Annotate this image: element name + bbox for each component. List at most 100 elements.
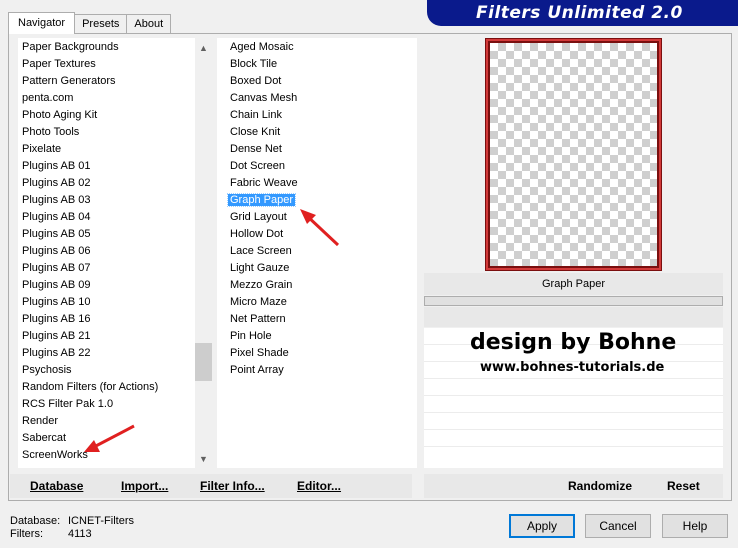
list-item-label: penta.com — [22, 92, 74, 104]
cancel-button[interactable]: Cancel — [585, 514, 651, 538]
list-item-label: Plugins AB 10 — [22, 296, 91, 308]
list-item-label: Photo Aging Kit — [22, 109, 98, 121]
category-list[interactable]: Paper Backgrounds Paper Textures Pattern G… — [18, 38, 195, 468]
list-item[interactable]: Pixelate — [20, 141, 63, 158]
list-item[interactable]: Graph Paper — [227, 192, 296, 209]
list-item-label: Plugins AB 16 — [22, 313, 91, 325]
preview-filter-name: Graph Paper — [424, 273, 723, 295]
list-item[interactable]: Sabercat — [20, 430, 68, 447]
list-item[interactable]: Plugins AB 22 — [20, 345, 93, 362]
tab-about[interactable]: About — [126, 14, 172, 34]
list-item[interactable]: Photo Tools — [20, 124, 81, 141]
progress-bar — [424, 296, 723, 306]
list-item-label: Photo Tools — [22, 126, 80, 138]
list-item[interactable]: Light Gauze — [228, 260, 291, 277]
list-item-label: Paper Textures — [22, 58, 96, 70]
scroll-up-icon[interactable]: ▲ — [195, 40, 212, 57]
list-item[interactable]: Fabric Weave — [228, 175, 300, 192]
filter-preview — [485, 38, 662, 271]
list-item[interactable]: Plugins AB 10 — [20, 294, 93, 311]
list-item-label: Aged Mosaic — [230, 41, 294, 53]
list-item-label: Paper Backgrounds — [22, 41, 119, 53]
help-button[interactable]: Help — [662, 514, 728, 538]
list-item-label: Micro Maze — [230, 296, 287, 308]
filter-info-button[interactable]: Filter Info... — [200, 479, 265, 493]
editor-button[interactable]: Editor... — [297, 479, 341, 493]
list-item[interactable]: Hollow Dot — [228, 226, 285, 243]
list-item[interactable]: Plugins AB 05 — [20, 226, 93, 243]
tab-presets[interactable]: Presets — [74, 14, 128, 34]
list-item[interactable]: Chain Link — [228, 107, 284, 124]
list-item[interactable]: Pattern Generators — [20, 73, 118, 90]
list-item-label: Sabercat — [22, 432, 67, 444]
list-item-label: Pixelate — [22, 143, 62, 155]
reset-button[interactable]: Reset — [667, 479, 700, 493]
list-item[interactable]: Dot Screen — [228, 158, 287, 175]
list-item[interactable]: Pixel Shade — [228, 345, 291, 362]
list-item[interactable]: Micro Maze — [228, 294, 289, 311]
tab-bar: Navigator Presets About — [8, 12, 172, 34]
database-value: ICNET-Filters — [68, 515, 134, 527]
list-item[interactable]: Lace Screen — [228, 243, 294, 260]
list-item-label: Hollow Dot — [230, 228, 284, 240]
list-item[interactable]: Plugins AB 09 — [20, 277, 93, 294]
filters-count: 4113 — [68, 528, 92, 540]
apply-button[interactable]: Apply — [509, 514, 575, 538]
list-item[interactable]: Paper Textures — [20, 56, 98, 73]
list-item-label: Render — [22, 415, 59, 427]
list-item[interactable]: Dense Net — [228, 141, 284, 158]
list-item[interactable]: Plugins AB 06 — [20, 243, 93, 260]
list-item[interactable]: Plugins AB 03 — [20, 192, 93, 209]
list-item-label: Plugins AB 06 — [22, 245, 91, 257]
filters-label: Filters: — [10, 528, 43, 540]
list-item[interactable]: Plugins AB 07 — [20, 260, 93, 277]
list-item-label: Lace Screen — [230, 245, 292, 257]
list-item[interactable]: Grid Layout — [228, 209, 289, 226]
list-item[interactable]: Aged Mosaic — [228, 39, 296, 56]
import-button[interactable]: Import... — [121, 479, 168, 493]
list-item[interactable]: Close Knit — [228, 124, 282, 141]
list-item-label: Plugins AB 07 — [22, 262, 91, 274]
list-item[interactable]: RCS Filter Pak 1.0 — [20, 396, 115, 413]
list-item[interactable]: Render — [20, 413, 60, 430]
list-item-label: Plugins AB 04 — [22, 211, 91, 223]
list-item[interactable]: Plugins AB 01 — [20, 158, 93, 175]
category-scrollbar[interactable]: ▲ ▼ — [195, 38, 212, 468]
watermark-url: www.bohnes-tutorials.de — [480, 360, 665, 375]
list-item[interactable]: Plugins AB 21 — [20, 328, 93, 345]
list-item-label: Pattern Generators — [22, 75, 116, 87]
arrow-icon — [84, 424, 135, 452]
list-item[interactable]: Block Tile — [228, 56, 279, 73]
scroll-thumb[interactable] — [195, 343, 212, 381]
list-item[interactable]: Net Pattern — [228, 311, 288, 328]
list-item-label: Light Gauze — [230, 262, 290, 274]
list-item[interactable]: Plugins AB 16 — [20, 311, 93, 328]
list-item[interactable]: Canvas Mesh — [228, 90, 299, 107]
list-item[interactable]: Mezzo Grain — [228, 277, 294, 294]
list-item[interactable]: Paper Backgrounds — [20, 39, 121, 56]
list-item[interactable]: penta.com — [20, 90, 75, 107]
scroll-down-icon[interactable]: ▼ — [195, 451, 212, 468]
filter-list[interactable]: Aged Mosaic Block Tile Boxed Dot Canvas Mes… — [217, 38, 417, 468]
list-item-label: Plugins AB 02 — [22, 177, 91, 189]
list-item-label: Point Array — [230, 364, 284, 376]
list-item[interactable]: Psychosis — [20, 362, 74, 379]
list-item[interactable]: Pin Hole — [228, 328, 274, 345]
list-item[interactable]: Boxed Dot — [228, 73, 283, 90]
list-item-label: Dot Screen — [230, 160, 286, 172]
list-item-label: Boxed Dot — [230, 75, 282, 87]
list-item[interactable]: Photo Aging Kit — [20, 107, 99, 124]
randomize-button[interactable]: Randomize — [568, 479, 632, 493]
list-item[interactable]: Point Array — [228, 362, 286, 379]
list-item-label: Plugins AB 22 — [22, 347, 91, 359]
list-item[interactable]: Random Filters (for Actions) — [20, 379, 160, 396]
list-item[interactable]: Plugins AB 04 — [20, 209, 93, 226]
tab-navigator[interactable]: Navigator — [8, 12, 76, 34]
list-item-label: Pixel Shade — [230, 347, 289, 359]
list-item[interactable]: Plugins AB 02 — [20, 175, 93, 192]
list-item-label: Plugins AB 03 — [22, 194, 91, 206]
list-item-label: Plugins AB 05 — [22, 228, 91, 240]
database-button[interactable]: Database — [30, 479, 83, 493]
list-item-label: Canvas Mesh — [230, 92, 298, 104]
watermark-title: design by Bohne — [470, 330, 677, 355]
